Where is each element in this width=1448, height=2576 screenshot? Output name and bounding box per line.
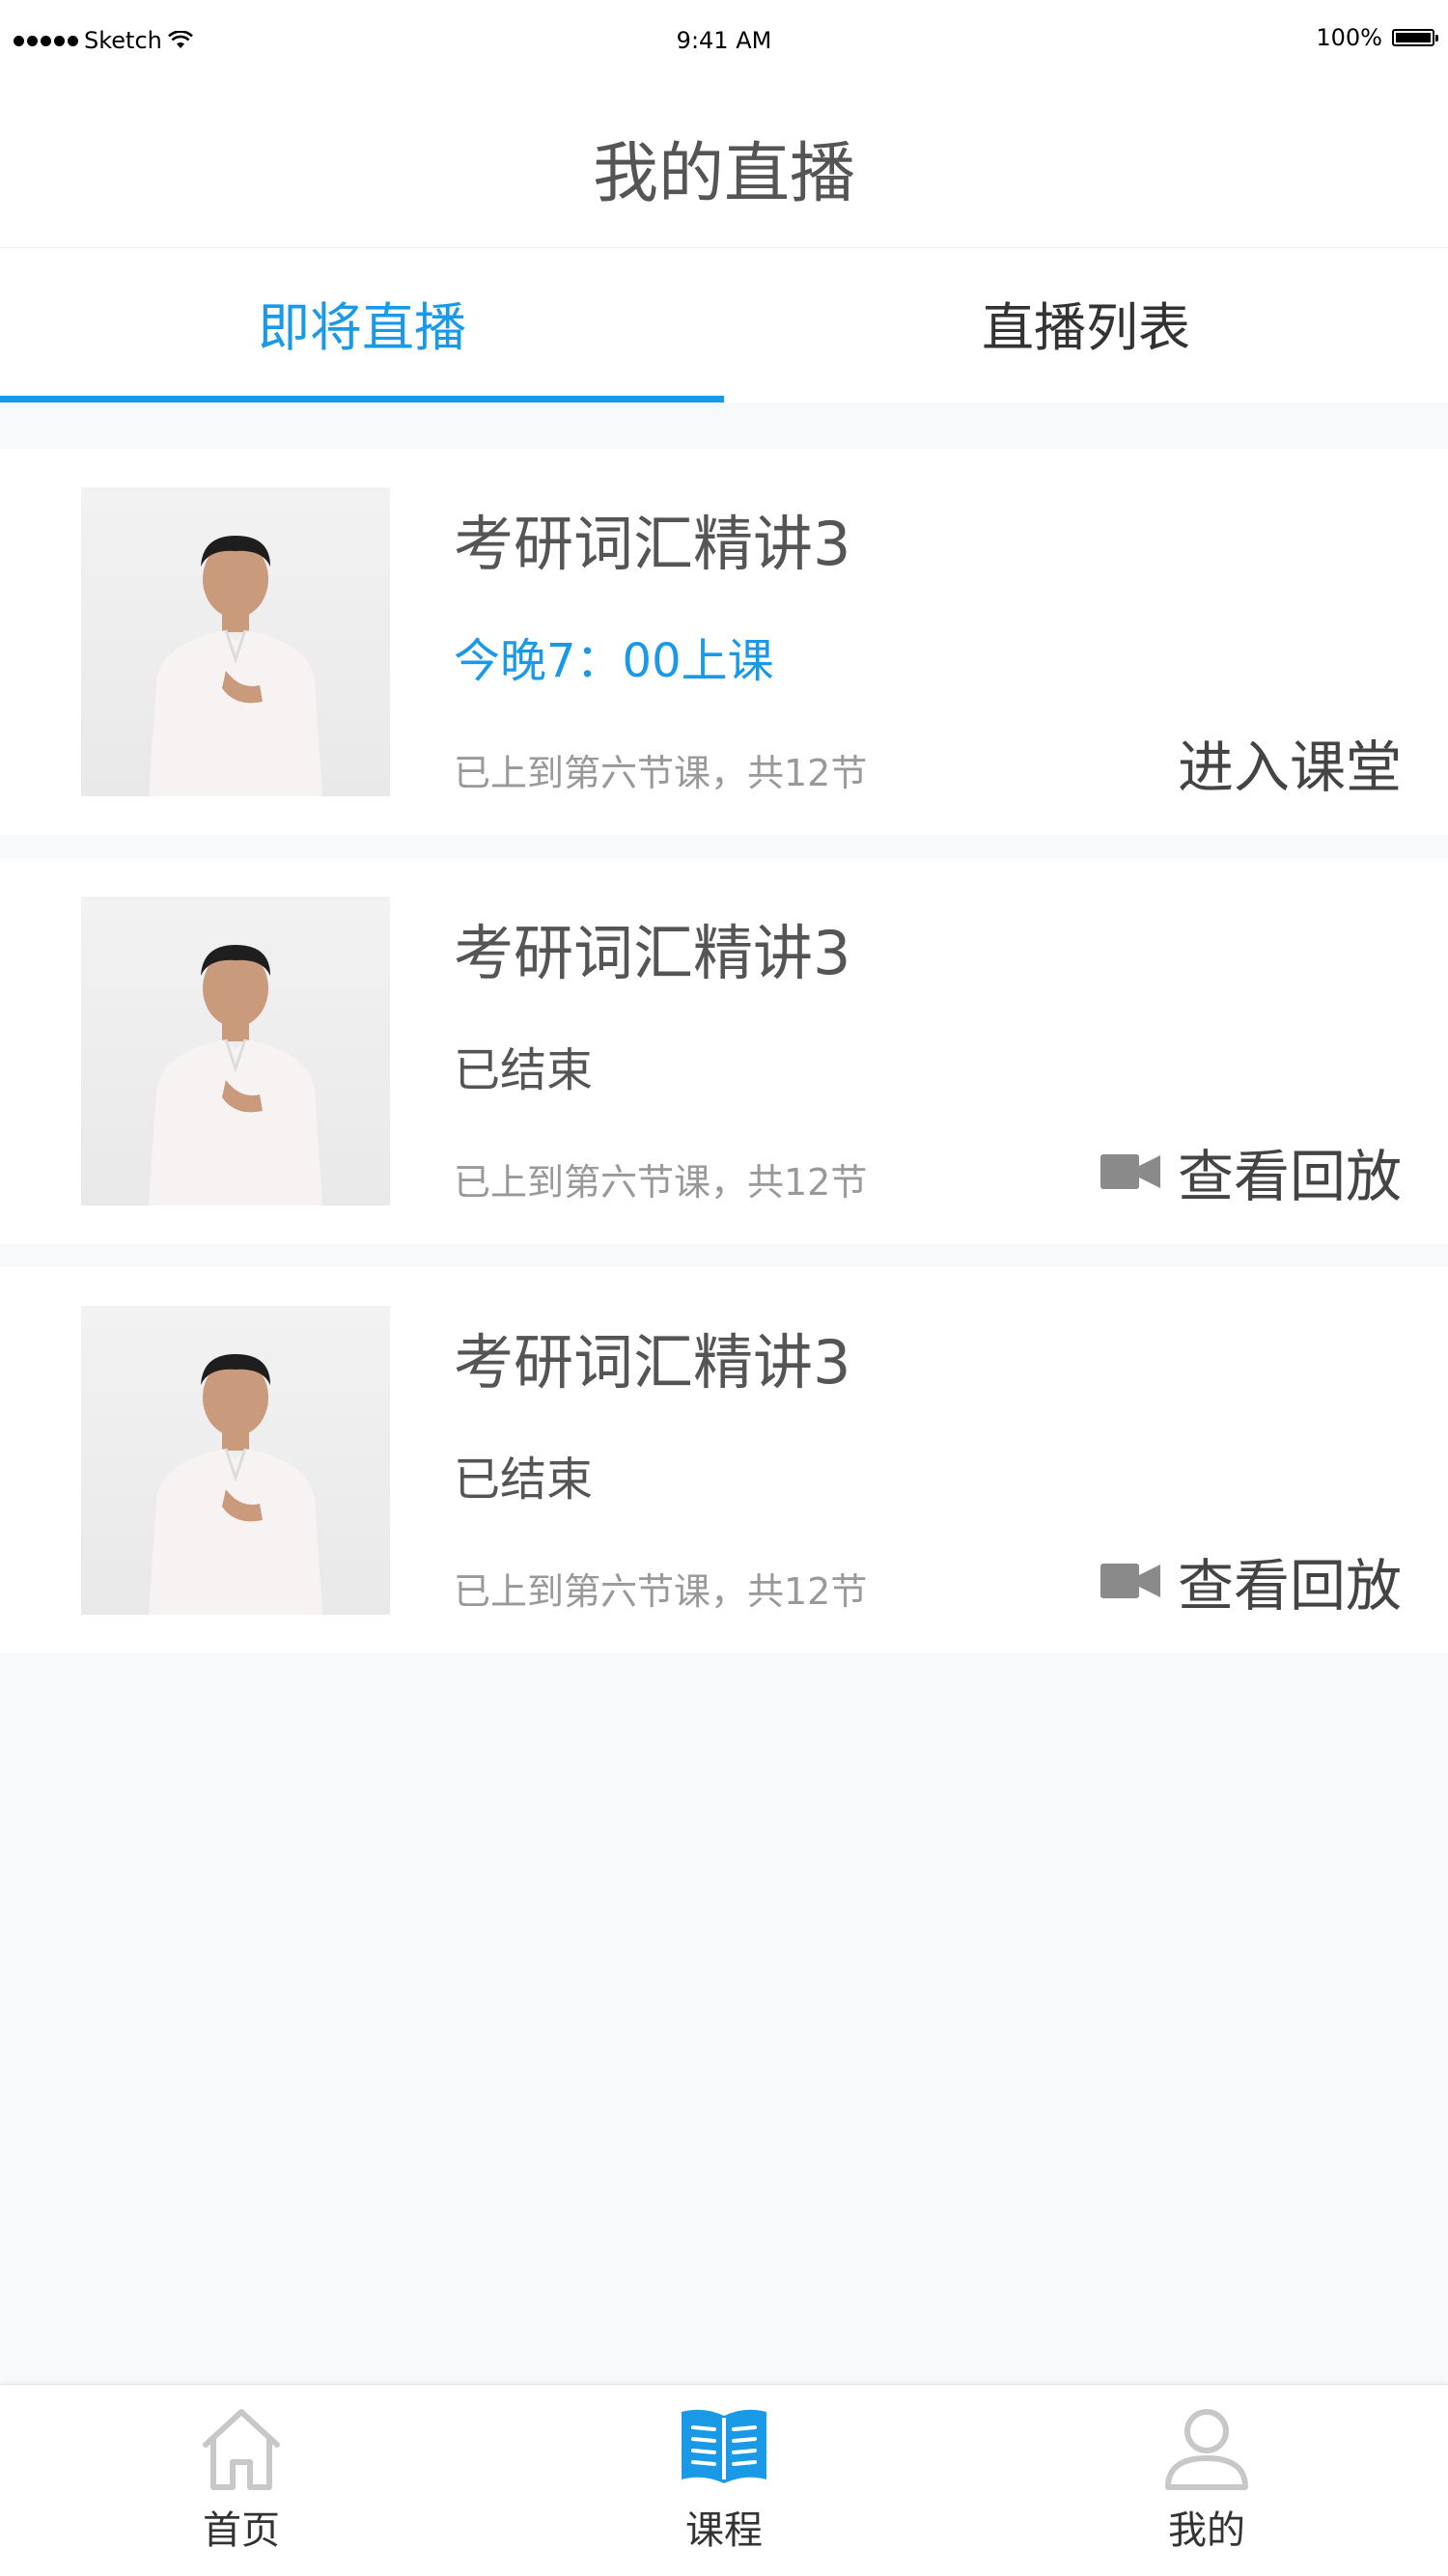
course-card[interactable]: 考研词汇精讲3 今晚7：00上课 已上到第六节课，共12节 进入课堂: [0, 449, 1448, 835]
video-camera-icon: [1100, 1564, 1160, 1598]
nav-bar: 我的直播: [0, 83, 1448, 248]
bottom-tab-courses-label: 课程: [685, 2508, 763, 2553]
teacher-photo: [81, 897, 390, 1205]
course-progress: 已上到第六节课，共12节: [454, 1161, 868, 1204]
view-replay-button[interactable]: 查看回放: [1100, 1131, 1402, 1212]
tab-bar: 即将直播 直播列表: [0, 248, 1448, 402]
course-list: 考研词汇精讲3 今晚7：00上课 已上到第六节课，共12节 进入课堂 考研词汇精…: [0, 449, 1448, 1676]
battery-percent: 100%: [1316, 24, 1382, 51]
course-status: 今晚7：00上课: [454, 634, 774, 688]
teacher-photo: [81, 1306, 390, 1615]
enter-classroom-label: 进入课堂: [1177, 734, 1402, 800]
bottom-tab-mine[interactable]: 我的: [965, 2385, 1448, 2576]
user-icon: [1165, 2409, 1248, 2490]
video-camera-icon: [1100, 1154, 1160, 1189]
bottom-tab-home-label: 首页: [203, 2508, 280, 2553]
teacher-photo: [81, 487, 390, 796]
course-title: 考研词汇精讲3: [454, 509, 851, 579]
home-icon: [203, 2409, 280, 2490]
page-title: 我的直播: [592, 136, 855, 212]
course-title: 考研词汇精讲3: [454, 918, 851, 988]
battery-status: 100%: [1316, 24, 1438, 51]
view-replay-button[interactable]: 查看回放: [1100, 1540, 1402, 1621]
course-progress: 已上到第六节课，共12节: [454, 752, 868, 794]
tab-live-list[interactable]: 直播列表: [724, 248, 1448, 402]
view-replay-label: 查看回放: [1177, 1144, 1402, 1209]
bottom-tab-home[interactable]: 首页: [0, 2385, 483, 2576]
book-icon: [682, 2409, 766, 2483]
bottom-tab-courses[interactable]: 课程: [483, 2385, 965, 2576]
course-title: 考研词汇精讲3: [454, 1327, 851, 1398]
view-replay-label: 查看回放: [1177, 1553, 1402, 1619]
status-time: 9:41 AM: [676, 27, 772, 54]
bottom-tab-bar: 首页 课程 我的: [0, 2384, 1448, 2576]
course-card[interactable]: 考研词汇精讲3 已结束 已上到第六节课，共12节 查看回放: [0, 858, 1448, 1244]
status-bar: Sketch 9:41 AM 100%: [0, 0, 1448, 83]
course-progress: 已上到第六节课，共12节: [454, 1570, 868, 1613]
enter-classroom-button[interactable]: 进入课堂: [1178, 722, 1402, 803]
battery-icon: [1392, 29, 1438, 46]
course-status: 已结束: [454, 1453, 594, 1507]
bottom-tab-mine-label: 我的: [1168, 2508, 1245, 2553]
course-card[interactable]: 考研词汇精讲3 已结束 已上到第六节课，共12节 查看回放: [0, 1267, 1448, 1653]
course-status: 已结束: [454, 1043, 594, 1097]
tab-upcoming-live[interactable]: 即将直播: [0, 248, 724, 402]
